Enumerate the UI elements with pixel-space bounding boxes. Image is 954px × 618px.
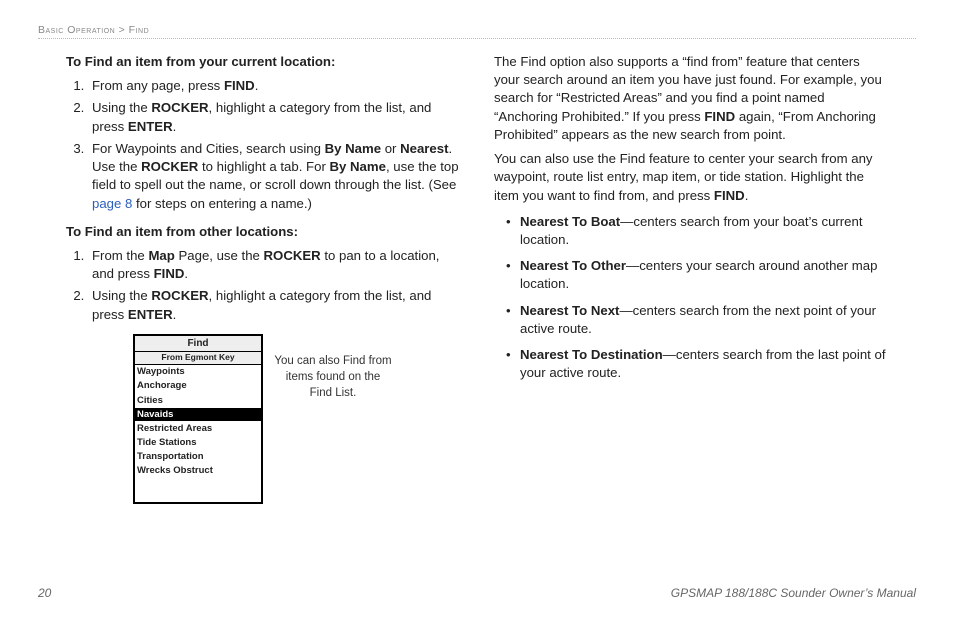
steps-other: From the Map Page, use the ROCKER to pan… — [66, 247, 460, 324]
paragraph: The Find option also supports a “find fr… — [494, 53, 888, 144]
shot-title: Find — [135, 336, 261, 352]
steps-current: From any page, press FIND. Using the ROC… — [66, 77, 460, 213]
nearest-list: Nearest To Boat—centers search from your… — [494, 213, 888, 383]
find-list-screenshot: Find From Egmont Key WaypointsAnchorageC… — [133, 334, 263, 504]
step: From the Map Page, use the ROCKER to pan… — [88, 247, 460, 283]
list-item: Nearest To Destination—centers search fr… — [506, 346, 888, 382]
heading-find-other: To Find an item from other locations: — [66, 223, 460, 241]
shot-list-item: Wrecks Obstruct — [135, 464, 261, 478]
shot-list-item: Navaids — [135, 408, 261, 422]
left-column: To Find an item from your current locati… — [66, 47, 460, 576]
page-footer: 20 GPSMAP 188/188C Sounder Owner’s Manua… — [38, 576, 916, 600]
list-item: Nearest To Other—centers your search aro… — [506, 257, 888, 293]
shot-list-item: Transportation — [135, 450, 261, 464]
shot-list-item: Anchorage — [135, 379, 261, 393]
shot-list-item: Restricted Areas — [135, 422, 261, 436]
step: Using the ROCKER, highlight a category f… — [88, 99, 460, 135]
breadcrumb: Basic Operation > Find — [38, 24, 916, 39]
paragraph: You can also use the Find feature to cen… — [494, 150, 888, 205]
shot-list-item: Tide Stations — [135, 436, 261, 450]
shot-items: WaypointsAnchorageCitiesNavaidsRestricte… — [135, 365, 261, 478]
list-item: Nearest To Boat—centers search from your… — [506, 213, 888, 249]
right-column: The Find option also supports a “find fr… — [494, 47, 888, 576]
screenshot-caption: You can also Find from items found on th… — [273, 354, 393, 402]
shot-list-item: Cities — [135, 394, 261, 408]
list-item: Nearest To Next—centers search from the … — [506, 302, 888, 338]
step: Using the ROCKER, highlight a category f… — [88, 287, 460, 323]
shot-list-item: Waypoints — [135, 365, 261, 379]
page-number: 20 — [38, 586, 51, 600]
step: From any page, press FIND. — [88, 77, 460, 95]
shot-subtitle: From Egmont Key — [135, 352, 261, 366]
step: For Waypoints and Cities, search using B… — [88, 140, 460, 213]
manual-title: GPSMAP 188/188C Sounder Owner’s Manual — [671, 586, 916, 600]
heading-find-current: To Find an item from your current locati… — [66, 53, 460, 71]
